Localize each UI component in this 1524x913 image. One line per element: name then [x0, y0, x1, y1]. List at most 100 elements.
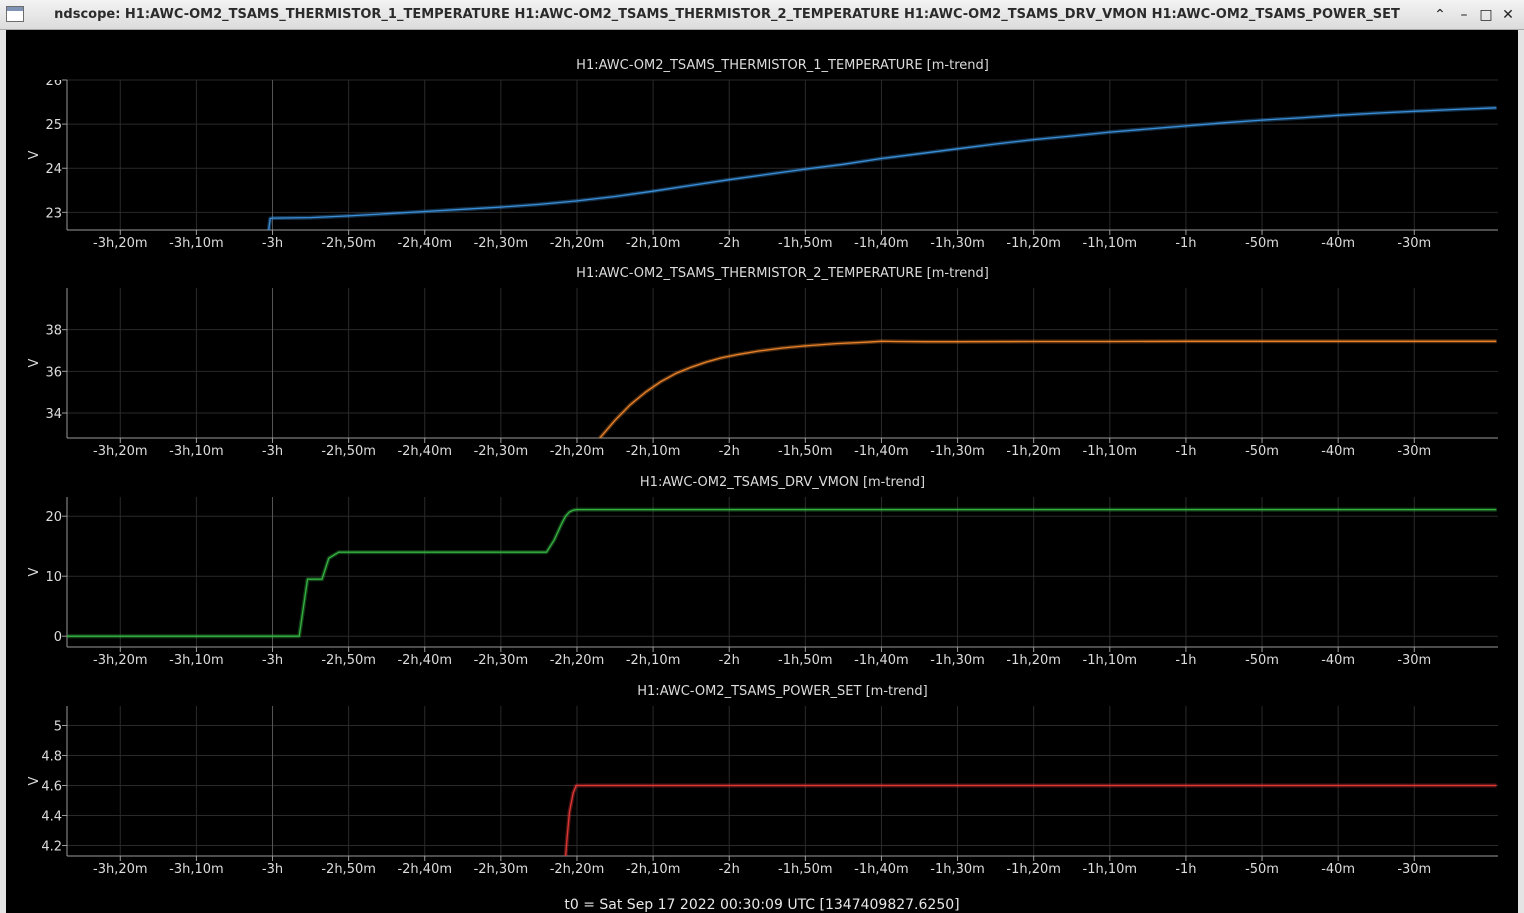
x-tick-label: -50m [1245, 236, 1279, 251]
x-tick-label: -1h,30m [930, 444, 985, 459]
x-tick-label: -2h,30m [474, 862, 529, 877]
x-tick-label: -2h [719, 236, 740, 251]
x-tick-label: -1h,30m [930, 862, 985, 877]
y-tick-label: 4.8 [41, 750, 62, 765]
x-tick-label: -2h [719, 444, 740, 459]
y-tick-label: 20 [45, 510, 62, 525]
x-tick-label: -1h,40m [854, 444, 909, 459]
y-tick-label: 38 [45, 324, 62, 339]
x-tick-label: -2h,50m [321, 862, 376, 877]
x-tick-label: -3h,20m [93, 653, 148, 668]
x-tick-label: -3h [262, 862, 283, 877]
plot-4[interactable]: -3h,20m -3h,10m -3h -2h,50m -2h,40m -2h,30m -2… [27, 684, 1498, 877]
x-tick-label: -3h [262, 653, 283, 668]
y-tick-label: 34 [45, 407, 62, 422]
x-tick-label: -3h [262, 236, 283, 251]
x-tick-label: -50m [1245, 444, 1279, 459]
series-line [599, 340, 1497, 438]
x-tick-label: -2h,40m [397, 444, 452, 459]
x-tick-label: -2h,20m [550, 444, 605, 459]
x-tick-label: -30m [1397, 444, 1431, 459]
y-tick-label: 0 [54, 630, 62, 645]
x-tick-label: -2h,30m [474, 653, 529, 668]
y-tick-label: 5 [54, 720, 62, 735]
x-tick-label: -3h,10m [169, 862, 224, 877]
x-tick-label: -2h,50m [321, 236, 376, 251]
plot-3[interactable]: -3h,20m -3h,10m -3h -2h,50m -2h,40m -2h,30m -2… [27, 475, 1498, 668]
window-icon[interactable] [6, 6, 24, 22]
y-tick-label: 10 [45, 570, 62, 585]
y-tick-label: 26 [45, 74, 62, 89]
ndscope-plots[interactable]: -3h,20m -3h,10m -3h -2h,50m -2h,40m -2h,30m -2… [0, 30, 1524, 913]
x-tick-label: -3h,10m [169, 653, 224, 668]
x-tick-label: -2h,10m [626, 444, 681, 459]
x-tick-label: -1h [1175, 236, 1196, 251]
series-line [67, 508, 1497, 637]
x-tick-label: -2h [719, 653, 740, 668]
maximize-button[interactable]: □ [1476, 5, 1496, 25]
x-tick-label: -2h,50m [321, 444, 376, 459]
x-tick-label: -2h,40m [397, 653, 452, 668]
x-tick-label: -1h,50m [778, 862, 833, 877]
x-tick-label: -1h,40m [854, 236, 909, 251]
x-tick-label: -2h,10m [626, 653, 681, 668]
x-tick-label: -1h,40m [854, 653, 909, 668]
x-tick-label: -30m [1397, 236, 1431, 251]
x-tick-label: -1h,20m [1006, 444, 1061, 459]
x-tick-label: -1h,20m [1006, 653, 1061, 668]
y-tick-label: 25 [45, 118, 62, 133]
plot-title: H1:AWC-OM2_TSAMS_DRV_VMON [m-trend] [640, 475, 925, 490]
y-tick-label: 23 [45, 206, 62, 221]
plot-2[interactable]: -3h,20m -3h,10m -3h -2h,50m -2h,40m -2h,30m -2… [27, 266, 1498, 459]
y-axis-label: V [27, 776, 42, 785]
grid [67, 79, 1498, 230]
x-tick-label: -2h,20m [550, 653, 605, 668]
minimize-button[interactable]: – [1454, 5, 1474, 25]
x-tick-label: -1h,40m [854, 862, 909, 877]
y-axis-label: V [27, 567, 42, 576]
x-tick-label: -50m [1245, 653, 1279, 668]
x-tick-label: -2h,20m [550, 236, 605, 251]
x-tick-label: -1h [1175, 862, 1196, 877]
x-tick-label: -1h,10m [1083, 444, 1138, 459]
x-tick-label: -40m [1321, 444, 1355, 459]
x-tick-label: -1h,50m [778, 236, 833, 251]
x-tick-label: -1h,10m [1083, 653, 1138, 668]
x-tick-label: -3h [262, 444, 283, 459]
x-tick-label: -1h,20m [1006, 862, 1061, 877]
y-tick-label: 4.4 [41, 810, 62, 825]
title-bar[interactable]: ndscope: H1:AWC-OM2_TSAMS_THERMISTOR_1_T… [0, 0, 1524, 30]
y-tick-label: 24 [45, 162, 62, 177]
window-title: ndscope: H1:AWC-OM2_TSAMS_THERMISTOR_1_T… [54, 7, 1400, 22]
plot-1[interactable]: -3h,20m -3h,10m -3h -2h,50m -2h,40m -2h,30m -2… [27, 58, 1498, 251]
x-tick-label: -1h,50m [778, 444, 833, 459]
shade-button[interactable]: ⌃ [1430, 5, 1450, 25]
y-tick-label: 4.6 [41, 780, 62, 795]
x-tick-label: -2h [719, 862, 740, 877]
x-tick-label: -30m [1397, 653, 1431, 668]
x-tick-label: -2h,10m [626, 862, 681, 877]
x-tick-label: -2h,30m [474, 236, 529, 251]
x-tick-label: -40m [1321, 653, 1355, 668]
plot-title: H1:AWC-OM2_TSAMS_THERMISTOR_2_TEMPERATUR… [576, 266, 989, 281]
ndscope-window: ndscope: H1:AWC-OM2_TSAMS_THERMISTOR_1_T… [0, 0, 1524, 913]
series-envelope [67, 507, 1497, 639]
x-tick-label: -2h,40m [397, 236, 452, 251]
x-tick-label: -3h,20m [93, 862, 148, 877]
x-tick-label: -3h,10m [169, 236, 224, 251]
x-tick-label: -1h,30m [930, 236, 985, 251]
x-tick-label: -40m [1321, 236, 1355, 251]
x-tick-label: -1h [1175, 444, 1196, 459]
y-axis-label: V [27, 150, 42, 159]
x-tick-label: -30m [1397, 862, 1431, 877]
grid [67, 706, 1498, 856]
x-tick-label: -3h,20m [93, 236, 148, 251]
x-tick-label: -3h,10m [169, 444, 224, 459]
x-tick-label: -2h,20m [550, 862, 605, 877]
x-tick-label: -1h [1175, 653, 1196, 668]
grid [67, 288, 1498, 438]
close-button[interactable]: ✕ [1498, 5, 1518, 25]
x-tick-label: -1h,20m [1006, 236, 1061, 251]
plot-title: H1:AWC-OM2_TSAMS_POWER_SET [m-trend] [637, 684, 927, 699]
y-axis-label: V [27, 358, 42, 367]
